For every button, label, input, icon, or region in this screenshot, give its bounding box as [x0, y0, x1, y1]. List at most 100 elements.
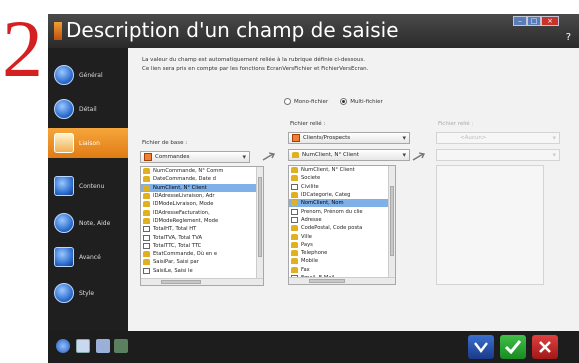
- image-icon[interactable]: [76, 339, 90, 353]
- list-item[interactable]: NumClient, N° Client: [289, 166, 395, 174]
- list-item[interactable]: TotalTVA, Total TVA: [141, 233, 263, 241]
- list-item-label: TotalHT, Total HT: [153, 226, 197, 233]
- key-icon: [143, 176, 150, 183]
- linked2-key-combo[interactable]: ▾: [436, 149, 560, 161]
- list-item[interactable]: NumClient, N° Client: [141, 183, 263, 192]
- list-item[interactable]: Prenom, Prénom du clie: [289, 207, 395, 215]
- sidebar-item-label: Avancé: [79, 253, 101, 261]
- scroll-thumb[interactable]: [258, 177, 262, 257]
- minimize-icon[interactable]: –: [513, 16, 527, 26]
- list-item[interactable]: NomClient, Nom: [289, 199, 395, 208]
- radio-multi-file[interactable]: Multi-fichier: [340, 98, 383, 105]
- scroll-thumb[interactable]: [161, 280, 201, 284]
- list-item[interactable]: Civilite: [289, 183, 395, 191]
- sidebar-item-advanced[interactable]: Avancé: [48, 242, 128, 272]
- list-item[interactable]: Fax: [289, 266, 395, 274]
- description-text: La valeur du champ est automatiquement r…: [142, 56, 368, 74]
- key-icon: [291, 225, 298, 232]
- sidebar-item-label: Style: [79, 289, 95, 297]
- style-icon: [54, 283, 74, 303]
- list-item[interactable]: IDAdresseLivraison, Adr: [141, 192, 263, 200]
- list-item-label: IDModeLivraison, Mode: [153, 201, 214, 208]
- linked2-file-combo[interactable]: <Aucun> ▾: [436, 132, 560, 144]
- bottom-toolbar: [48, 331, 579, 363]
- sidebar-item-link[interactable]: Liaison: [48, 128, 134, 158]
- sidebar-item-label: Contenu: [79, 182, 105, 190]
- horizontal-scrollbar[interactable]: [141, 278, 263, 285]
- scroll-thumb[interactable]: [390, 186, 394, 256]
- list-item[interactable]: IDModeLivraison, Mode: [141, 200, 263, 208]
- list-item[interactable]: Societe: [289, 174, 395, 182]
- horizontal-scrollbar[interactable]: [289, 277, 395, 284]
- list-item-label: Societe: [301, 175, 321, 182]
- linked-key-combo[interactable]: NumClient, N° Client ▾: [288, 149, 410, 161]
- note-help-icon: [54, 213, 74, 233]
- sidebar-item-label: Général: [79, 71, 103, 79]
- field-icon: [143, 234, 150, 241]
- base-field-list[interactable]: NumCommande, N° Comm DateCommande, Date d…: [140, 166, 264, 286]
- list-item[interactable]: IDModeReglement, Mode: [141, 217, 263, 225]
- sidebar-item-note-help[interactable]: Note, Aide: [48, 208, 128, 238]
- sidebar-item-style[interactable]: Style: [48, 278, 128, 308]
- chevron-down-icon: ▾: [402, 151, 406, 159]
- linked-field-list[interactable]: NumClient, N° Client Societe Civilite IDCat…: [288, 165, 396, 285]
- key-icon: [143, 193, 150, 200]
- vertical-scrollbar[interactable]: [388, 166, 395, 277]
- list-item-label: IDAdresseFacturation,: [153, 209, 210, 216]
- list-item[interactable]: CodePostal, Code posta: [289, 224, 395, 232]
- advanced-icon: [54, 247, 74, 267]
- cancel-button[interactable]: [532, 335, 558, 359]
- field-icon: [143, 267, 150, 274]
- list-item[interactable]: IDAdresseFacturation,: [141, 208, 263, 216]
- table-icon: [292, 134, 300, 142]
- sidebar-item-detail[interactable]: Détail: [48, 94, 128, 124]
- list-item[interactable]: SaisiPar, Saisi par: [141, 258, 263, 266]
- maximize-icon[interactable]: □: [527, 16, 541, 26]
- key-icon: [143, 209, 150, 216]
- scroll-thumb[interactable]: [309, 279, 345, 283]
- sidebar-item-content[interactable]: Contenu: [48, 171, 128, 201]
- list-item-label: EtatCommande, Où en e: [153, 251, 218, 258]
- list-item[interactable]: SaisiLe, Saisi le: [141, 267, 263, 275]
- content-icon: [54, 176, 74, 196]
- app-logo-icon: [54, 22, 62, 40]
- grid-icon[interactable]: [114, 339, 128, 353]
- list-item[interactable]: IDCategorie, Categ: [289, 191, 395, 199]
- vertical-scrollbar[interactable]: [256, 167, 263, 278]
- base-file-combo[interactable]: Commandes ▾: [140, 151, 250, 163]
- list-item[interactable]: DateCommande, Date d: [141, 175, 263, 183]
- linked-file-combo[interactable]: Clients/Prospects ▾: [288, 132, 410, 144]
- list-item[interactable]: NumCommande, N° Comm: [141, 167, 263, 175]
- combo-value: Clients/Prospects: [303, 135, 351, 141]
- list-item[interactable]: Telephone: [289, 249, 395, 257]
- list-item[interactable]: Pays: [289, 241, 395, 249]
- field-icon: [143, 242, 150, 249]
- list-item[interactable]: Ville: [289, 232, 395, 240]
- close-icon[interactable]: ×: [541, 16, 559, 26]
- list-item[interactable]: Mobile: [289, 257, 395, 265]
- list-item[interactable]: EtatCommande, Où en e: [141, 250, 263, 258]
- field-icon: [291, 216, 298, 223]
- list-item-label: NumCommande, N° Comm: [153, 168, 224, 175]
- key-icon: [143, 184, 150, 191]
- list-item-label: Mobile: [301, 258, 319, 265]
- dialog-window: Description d'un champ de saisie – □ × ?…: [48, 14, 579, 363]
- radio-mono-file[interactable]: Mono-fichier: [284, 98, 328, 105]
- restore-button[interactable]: [468, 335, 494, 359]
- list-item-label: Civilite: [301, 183, 319, 190]
- list-item[interactable]: TotalTTC, Total TTC: [141, 242, 263, 250]
- info-icon[interactable]: [56, 339, 70, 353]
- list-item-label: TotalTTC, Total TTC: [153, 242, 202, 249]
- window-title: Description d'un champ de saisie: [66, 18, 399, 42]
- window-icon[interactable]: [96, 339, 110, 353]
- list-item[interactable]: TotalHT, Total HT: [141, 225, 263, 233]
- linked2-field-list: [436, 165, 544, 285]
- field-icon: [291, 208, 298, 215]
- ok-button[interactable]: [500, 335, 526, 359]
- help-icon[interactable]: ?: [566, 32, 571, 43]
- list-item[interactable]: Adresse: [289, 216, 395, 224]
- close-icon: [539, 341, 551, 353]
- list-item-label: Ville: [301, 233, 312, 240]
- sidebar-item-general[interactable]: Général: [48, 60, 128, 90]
- field-icon: [291, 183, 298, 190]
